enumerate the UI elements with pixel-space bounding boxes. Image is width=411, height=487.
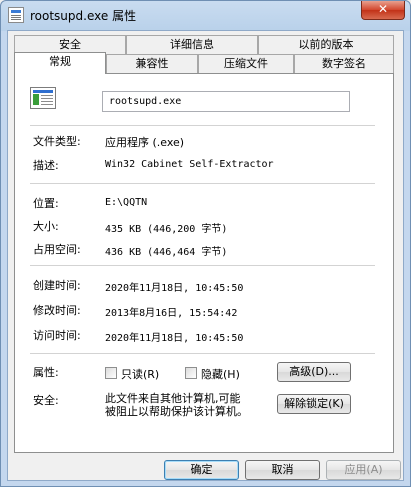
modified-label: 修改时间: — [33, 304, 81, 317]
tab-digital-signatures[interactable]: 数字签名 — [294, 54, 394, 73]
application-file-icon — [30, 87, 56, 109]
created-value: 2020年11月18日, 10:45:50 — [105, 283, 244, 294]
file-type-value: 应用程序 (.exe) — [105, 136, 185, 149]
created-label: 创建时间: — [33, 279, 81, 292]
general-tab-panel: rootsupd.exe 文件类型: 应用程序 (.exe) 描述: Win32… — [14, 73, 394, 453]
properties-window: rootsupd.exe 属性 ✕ 安全 详细信息 以前的版本 常规 兼容性 压… — [0, 0, 411, 487]
security-warning-line-2: 被阻止以帮助保护该计算机。 — [105, 405, 248, 418]
separator — [30, 265, 375, 266]
ok-button[interactable]: 确定 — [164, 460, 239, 480]
size-label: 大小: — [33, 220, 59, 233]
description-label: 描述: — [33, 159, 59, 172]
disk-size-label: 占用空间: — [33, 243, 81, 256]
attributes-label: 属性: — [33, 366, 59, 379]
security-warning-text: 此文件来自其他计算机,可能 被阻止以帮助保护该计算机。 — [105, 392, 248, 418]
tab-general[interactable]: 常规 — [14, 52, 106, 74]
security-label: 安全: — [33, 394, 59, 407]
hidden-checkbox-label[interactable]: 隐藏(H) — [201, 366, 240, 382]
exe-file-icon — [8, 7, 24, 23]
tab-compatibility[interactable]: 兼容性 — [106, 54, 198, 73]
tab-details[interactable]: 详细信息 — [126, 35, 258, 54]
advanced-button[interactable]: 高级(D)... — [277, 362, 351, 382]
readonly-checkbox-label[interactable]: 只读(R) — [121, 366, 159, 382]
hidden-checkbox[interactable] — [185, 367, 197, 379]
tab-previous-versions[interactable]: 以前的版本 — [258, 35, 394, 54]
dialog-client-area: 安全 详细信息 以前的版本 常规 兼容性 压缩文件 数字签名 rootsupd.… — [7, 30, 404, 481]
accessed-value: 2020年11月18日, 10:45:50 — [105, 333, 244, 344]
separator — [30, 125, 375, 126]
size-value: 435 KB (446,200 字节) — [105, 224, 228, 235]
location-value: E:\QQTN — [105, 197, 148, 208]
title-bar[interactable]: rootsupd.exe 属性 ✕ — [1, 1, 410, 29]
tab-archive[interactable]: 压缩文件 — [198, 54, 294, 73]
disk-size-value: 436 KB (446,464 字节) — [105, 247, 228, 258]
security-warning-line-1: 此文件来自其他计算机,可能 — [105, 392, 241, 405]
window-title: rootsupd.exe 属性 — [30, 9, 137, 23]
modified-value: 2013年8月16日, 15:54:42 — [105, 308, 238, 319]
location-label: 位置: — [33, 197, 59, 210]
file-type-label: 文件类型: — [33, 135, 81, 148]
close-button[interactable]: ✕ — [361, 1, 405, 20]
readonly-checkbox[interactable] — [105, 367, 117, 379]
cancel-button[interactable]: 取消 — [245, 460, 320, 480]
separator — [30, 183, 375, 184]
unblock-button[interactable]: 解除锁定(K) — [277, 394, 351, 414]
description-value: Win32 Cabinet Self-Extractor — [105, 159, 274, 170]
file-name-field[interactable]: rootsupd.exe — [102, 91, 350, 112]
accessed-label: 访问时间: — [33, 329, 81, 342]
separator — [30, 353, 375, 354]
apply-button[interactable]: 应用(A) — [326, 460, 401, 480]
